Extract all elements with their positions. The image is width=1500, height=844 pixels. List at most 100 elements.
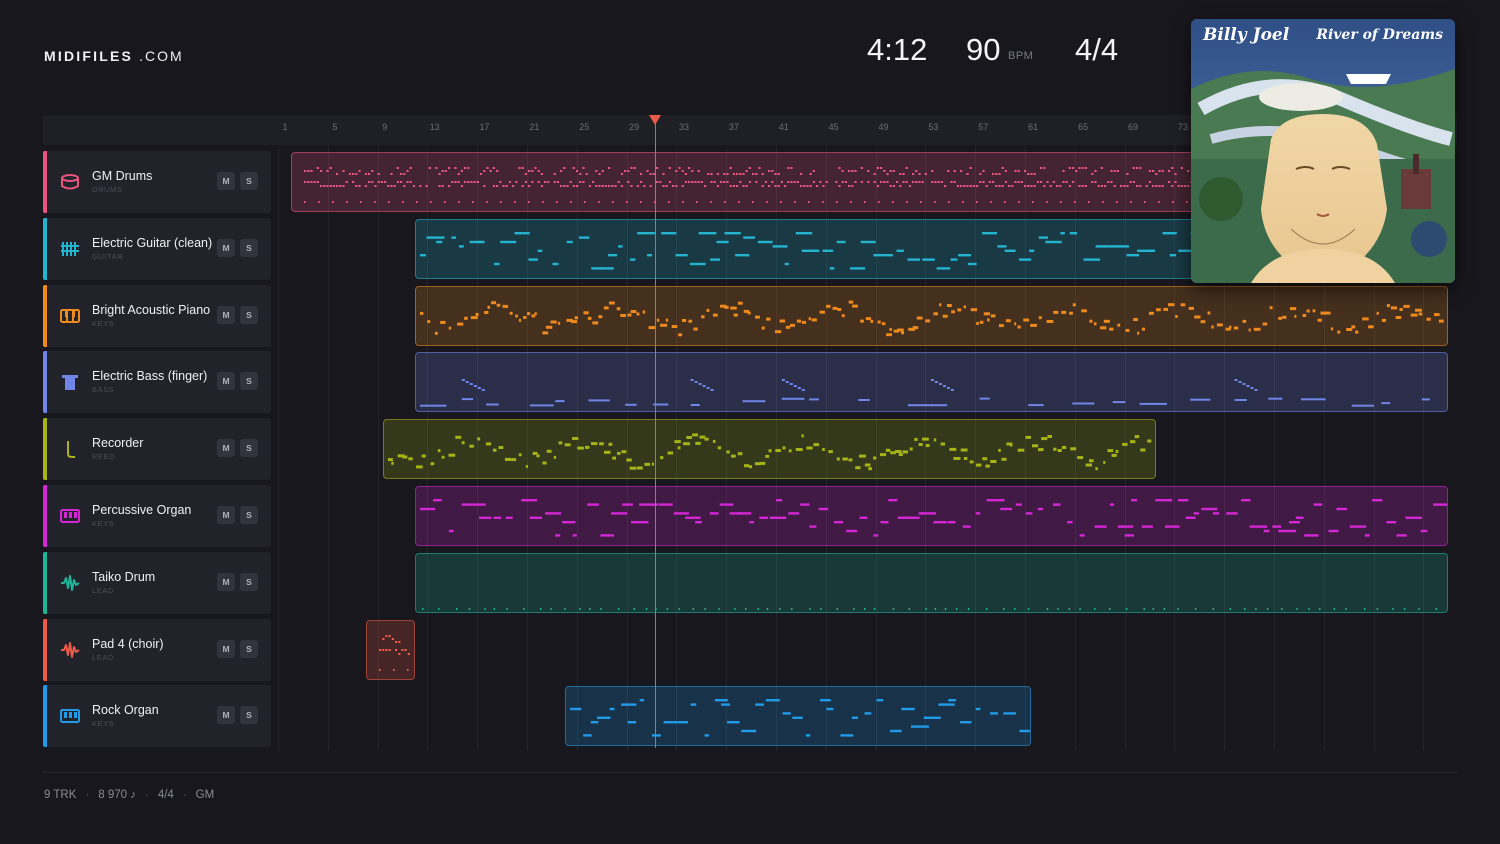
track-header[interactable]: Bright Acoustic Piano KEYS M S — [43, 285, 271, 347]
track-header[interactable]: Percussive Organ KEYS M S — [43, 485, 271, 547]
ruler-tick: 9 — [382, 122, 388, 132]
separator: · — [85, 789, 90, 801]
track-category: KEYS — [92, 519, 115, 528]
track-name: Electric Bass (finger) — [92, 369, 208, 383]
midi-clip[interactable] — [415, 219, 1200, 279]
track-category: BASS — [92, 385, 115, 394]
drum-icon — [60, 172, 80, 192]
mute-button[interactable]: M — [217, 372, 235, 390]
track-header[interactable]: GM Drums DRUMS M S — [43, 151, 271, 213]
note-pattern — [570, 699, 1030, 737]
mute-button[interactable]: M — [217, 706, 235, 724]
ruler-tick: 25 — [579, 122, 590, 132]
ruler-tick: 5 — [332, 122, 338, 132]
ruler-tick: 61 — [1028, 122, 1039, 132]
track-name: Recorder — [92, 436, 144, 450]
time-display: 4:12 — [867, 32, 928, 67]
mute-button[interactable]: M — [217, 506, 235, 524]
piano-icon — [60, 306, 80, 326]
mute-button[interactable]: M — [217, 239, 235, 257]
midi-clip[interactable] — [383, 419, 1156, 479]
note-pattern — [304, 167, 1196, 203]
ruler-tick: 73 — [1177, 122, 1188, 132]
note-pattern — [420, 232, 1196, 270]
track-header[interactable]: Taiko Drum LEAD M S — [43, 552, 271, 614]
note-pattern — [422, 608, 1437, 610]
note-pattern — [420, 300, 1444, 337]
track-name: Pad 4 (choir) — [92, 637, 164, 651]
wave-icon — [60, 640, 80, 660]
mute-button[interactable]: M — [217, 573, 235, 591]
track-header[interactable]: Pad 4 (choir) LEAD M S — [43, 619, 271, 681]
bpm-unit: BPM — [1008, 50, 1034, 62]
midi-clip[interactable] — [565, 686, 1031, 746]
track-category: DRUMS — [92, 185, 123, 194]
mute-button[interactable]: M — [217, 439, 235, 457]
mute-button[interactable]: M — [217, 172, 235, 190]
footer-signature: 4/4 — [157, 789, 174, 801]
ruler-tick: 1 — [282, 122, 288, 132]
bpm-display: 90 — [966, 32, 1001, 67]
bass-icon — [60, 372, 80, 392]
ruler-tick: 17 — [479, 122, 490, 132]
track-color-bar — [43, 151, 47, 213]
album-title: River of Dreams — [1316, 27, 1443, 43]
track-count: 9 TRK — [44, 789, 77, 801]
ruler-tick: 29 — [629, 122, 640, 132]
solo-button[interactable]: S — [240, 372, 258, 390]
track-category: GUITAR — [92, 252, 124, 261]
track-header[interactable]: Recorder REED M S — [43, 418, 271, 480]
separator: · — [144, 789, 149, 801]
solo-button[interactable]: S — [240, 239, 258, 257]
guitar-icon — [60, 239, 80, 259]
brand-suffix: .COM — [139, 48, 184, 64]
time-signature-display: 4/4 — [1075, 32, 1119, 67]
playhead[interactable] — [655, 122, 656, 748]
ruler-tick: 33 — [679, 122, 690, 132]
ruler-tick: 41 — [778, 122, 789, 132]
ruler-tick: 45 — [828, 122, 839, 132]
grid-line — [278, 145, 279, 750]
track-name: Electric Guitar (clean) — [92, 236, 213, 250]
solo-button[interactable]: S — [240, 172, 258, 190]
track-header[interactable]: Rock Organ KEYS M S — [43, 685, 271, 747]
solo-button[interactable]: S — [240, 306, 258, 324]
track-color-bar — [43, 351, 47, 413]
track-color-bar — [43, 619, 47, 681]
midi-clip[interactable] — [415, 352, 1448, 412]
track-category: KEYS — [92, 719, 115, 728]
ruler-tick: 69 — [1127, 122, 1138, 132]
note-count: 8 970 ♪ — [98, 789, 136, 801]
album-artist: Billy Joel — [1203, 25, 1290, 45]
mute-button[interactable]: M — [217, 306, 235, 324]
track-name: GM Drums — [92, 169, 153, 183]
reed-icon — [60, 439, 80, 459]
ruler-tick: 57 — [978, 122, 989, 132]
track-color-bar — [43, 285, 47, 347]
solo-button[interactable]: S — [240, 706, 258, 724]
solo-button[interactable]: S — [240, 506, 258, 524]
midi-clip[interactable] — [366, 620, 415, 680]
ruler-tick: 37 — [728, 122, 739, 132]
track-color-bar — [43, 552, 47, 614]
track-name: Bright Acoustic Piano — [92, 303, 211, 317]
midi-clip[interactable] — [415, 286, 1448, 346]
midi-clip[interactable] — [415, 486, 1448, 546]
track-color-bar — [43, 218, 47, 280]
track-header[interactable]: Electric Guitar (clean) GUITAR M S — [43, 218, 271, 280]
solo-button[interactable]: S — [240, 640, 258, 658]
note-pattern — [420, 379, 1430, 407]
midi-clip[interactable] — [415, 553, 1448, 613]
grid-line — [328, 145, 329, 750]
solo-button[interactable]: S — [240, 439, 258, 457]
track-color-bar — [43, 485, 47, 547]
track-category: LEAD — [92, 653, 114, 662]
ruler-tick: 65 — [1078, 122, 1089, 132]
ruler-tick: 21 — [529, 122, 540, 132]
track-header[interactable]: Electric Bass (finger) BASS M S — [43, 351, 271, 413]
solo-button[interactable]: S — [240, 573, 258, 591]
mute-button[interactable]: M — [217, 640, 235, 658]
track-category: KEYS — [92, 319, 115, 328]
track-name: Rock Organ — [92, 703, 159, 717]
midi-clip[interactable] — [291, 152, 1200, 212]
